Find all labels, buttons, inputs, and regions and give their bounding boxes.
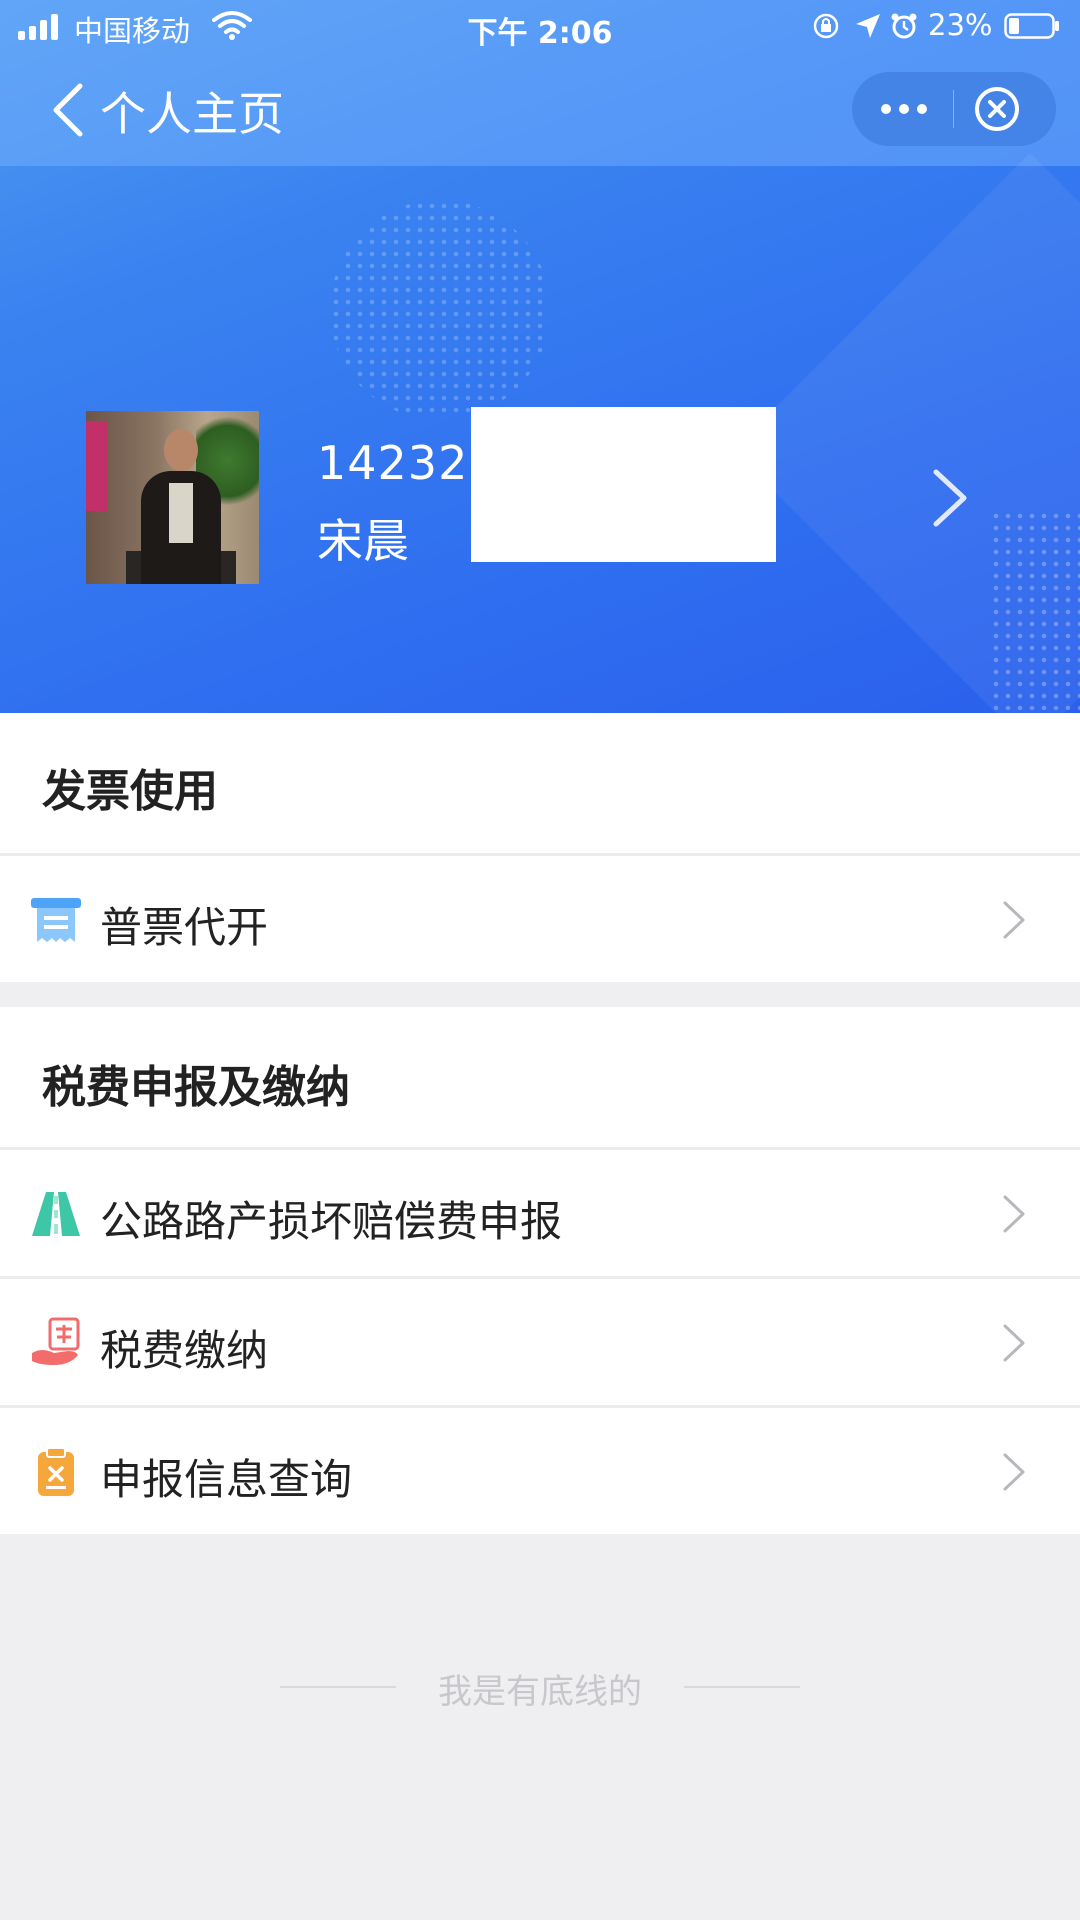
chevron-right-icon: [1003, 1195, 1025, 1233]
tax-payment-icon: [32, 1317, 80, 1365]
status-bar: 中国移动 下午 2:06 23%: [0, 0, 1080, 54]
list-item-invoice-issue[interactable]: 普票代开: [0, 856, 1080, 982]
list-item-tax-payment[interactable]: 税费缴纳: [0, 1279, 1080, 1405]
chevron-right-icon: [1003, 1324, 1025, 1362]
redaction-box: [471, 407, 776, 562]
back-icon[interactable]: [50, 82, 84, 138]
battery-icon: [1004, 13, 1059, 39]
clipboard-icon: [38, 1447, 74, 1496]
list-item-label: 税费缴纳: [100, 1326, 269, 1375]
capsule-divider: [953, 90, 954, 128]
page-title: 个人主页: [100, 87, 284, 141]
rotation-lock-icon: [813, 13, 839, 39]
battery-percent: 23%: [928, 8, 993, 42]
avatar[interactable]: [86, 411, 259, 584]
chevron-right-icon: [1003, 1453, 1025, 1491]
section-tax-header: 税费申报及缴纳: [0, 1007, 1080, 1147]
section-title: 税费申报及缴纳: [42, 1062, 350, 1113]
list-item-declaration-query[interactable]: 申报信息查询: [0, 1408, 1080, 1534]
list-item-label: 申报信息查询: [100, 1455, 353, 1504]
dot-pattern: [330, 200, 550, 420]
profile-header: 中国移动 下午 2:06 23% 个人主页 142327 宋晨: [0, 0, 1080, 713]
list-item-label: 普票代开: [100, 903, 269, 952]
road-icon: [32, 1192, 80, 1236]
location-icon: [856, 14, 880, 38]
receipt-icon: [31, 898, 81, 942]
section-invoice-header: 发票使用: [0, 713, 1080, 853]
list-item-label: 公路路产损坏赔偿费申报: [100, 1197, 563, 1246]
dot-pattern: [990, 510, 1080, 710]
user-name: 宋晨: [317, 514, 409, 568]
status-time: 下午 2:06: [467, 16, 613, 51]
section-title: 发票使用: [42, 766, 218, 817]
chevron-right-icon[interactable]: [928, 466, 972, 530]
mini-program-capsule: [852, 72, 1056, 146]
end-of-list-text: 我是有底线的: [438, 1672, 642, 1712]
more-icon[interactable]: [874, 94, 934, 124]
list-item-road-damage-declaration[interactable]: 公路路产损坏赔偿费申报: [0, 1150, 1080, 1276]
close-icon[interactable]: [974, 86, 1020, 132]
chevron-right-icon: [1003, 901, 1025, 939]
alarm-icon: [891, 13, 917, 39]
